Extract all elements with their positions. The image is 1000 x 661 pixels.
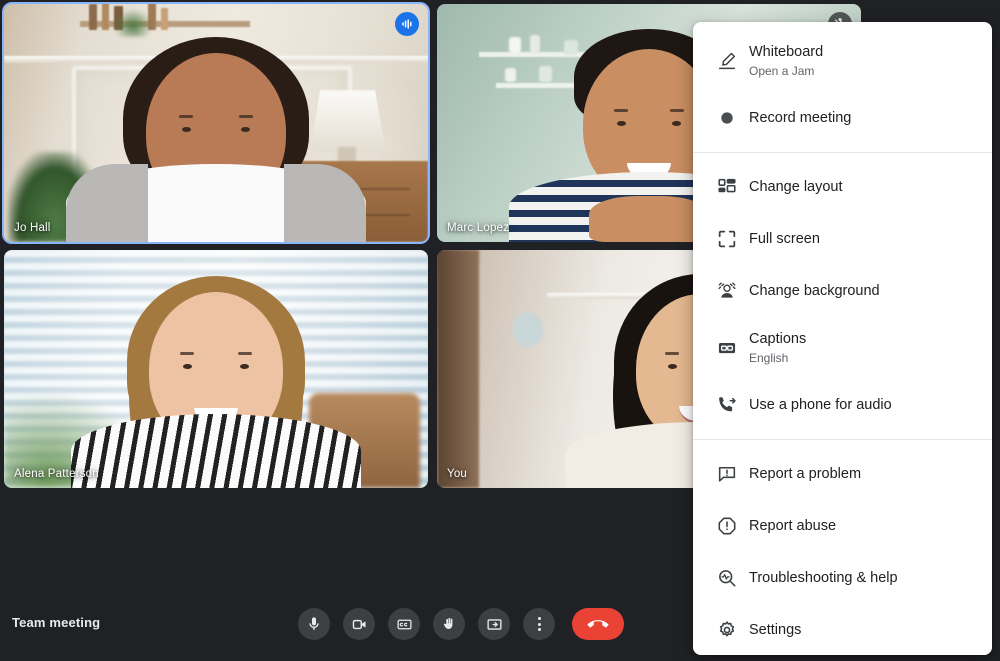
meet-window: Jo Hall Marc Lopez Alena Patterson You T… xyxy=(0,0,1000,661)
video-tile-jo-hall[interactable]: Jo Hall xyxy=(2,2,430,244)
menu-item-label: Report a problem xyxy=(749,465,862,482)
menu-item-label: Troubleshooting & help xyxy=(749,569,898,586)
menu-item-label: Change background xyxy=(749,282,880,299)
participant-name-label: Alena Patterson xyxy=(14,468,99,480)
menu-item-label: Use a phone for audio xyxy=(749,396,892,413)
video-tile-alena-patterson[interactable]: Alena Patterson xyxy=(4,250,428,488)
present-screen-button[interactable] xyxy=(478,608,510,640)
menu-item-captions[interactable]: Captions English xyxy=(693,317,992,379)
menu-item-report-abuse[interactable]: Report abuse xyxy=(693,500,992,552)
phone-hangup-icon xyxy=(587,613,609,635)
more-options-button[interactable] xyxy=(523,608,555,640)
call-controls xyxy=(298,608,624,640)
change-background-icon xyxy=(705,280,749,302)
closed-captions-icon xyxy=(705,337,749,359)
phone-forward-icon xyxy=(705,394,749,416)
menu-item-sublabel: Open a Jam xyxy=(749,64,815,78)
feedback-icon xyxy=(705,463,749,485)
audio-levels-icon xyxy=(395,12,419,36)
menu-item-full-screen[interactable]: Full screen xyxy=(693,213,992,265)
video-camera-icon xyxy=(351,616,368,633)
menu-item-label: Change layout xyxy=(749,178,843,195)
menu-item-label: Settings xyxy=(749,621,802,638)
gear-icon xyxy=(705,619,749,641)
menu-item-sublabel: English xyxy=(749,351,789,365)
more-vertical-icon xyxy=(537,617,541,631)
microphone-button[interactable] xyxy=(298,608,330,640)
microphone-icon xyxy=(306,616,322,632)
participant-name-label: Marc Lopez xyxy=(447,222,510,234)
participant-video-alena-patterson xyxy=(4,250,428,488)
menu-item-label: Report abuse xyxy=(749,517,837,534)
layout-grid-icon xyxy=(705,176,749,198)
raise-hand-button[interactable] xyxy=(433,608,465,640)
menu-item-label: Whiteboard xyxy=(749,44,824,60)
leave-call-button[interactable] xyxy=(572,608,624,640)
captions-button[interactable] xyxy=(388,608,420,640)
participant-name-label: You xyxy=(447,468,468,480)
menu-item-label: Captions xyxy=(749,331,807,347)
menu-divider xyxy=(693,152,992,153)
camera-button[interactable] xyxy=(343,608,375,640)
report-abuse-icon xyxy=(705,515,749,537)
closed-captions-icon xyxy=(396,616,413,633)
fullscreen-icon xyxy=(705,228,749,250)
present-screen-icon xyxy=(486,616,503,633)
troubleshoot-icon xyxy=(705,567,749,589)
menu-item-label: Full screen xyxy=(749,230,820,247)
menu-item-troubleshooting-help[interactable]: Troubleshooting & help xyxy=(693,552,992,604)
menu-divider xyxy=(693,439,992,440)
raise-hand-icon xyxy=(441,616,457,632)
participant-video-jo-hall xyxy=(4,4,428,242)
menu-item-report-a-problem[interactable]: Report a problem xyxy=(693,448,992,500)
menu-item-change-layout[interactable]: Change layout xyxy=(693,161,992,213)
more-options-menu: Whiteboard Open a Jam Record meeting Cha… xyxy=(693,22,992,655)
menu-item-label: Record meeting xyxy=(749,109,852,126)
menu-item-record-meeting[interactable]: Record meeting xyxy=(693,92,992,144)
record-circle-icon xyxy=(705,107,749,129)
menu-item-use-phone-for-audio[interactable]: Use a phone for audio xyxy=(693,379,992,431)
meeting-title: Team meeting xyxy=(12,615,101,630)
participant-name-label: Jo Hall xyxy=(14,222,51,234)
menu-item-change-background[interactable]: Change background xyxy=(693,265,992,317)
whiteboard-pen-icon xyxy=(705,50,749,72)
menu-item-settings[interactable]: Settings xyxy=(693,604,992,655)
menu-item-whiteboard[interactable]: Whiteboard Open a Jam xyxy=(693,30,992,92)
